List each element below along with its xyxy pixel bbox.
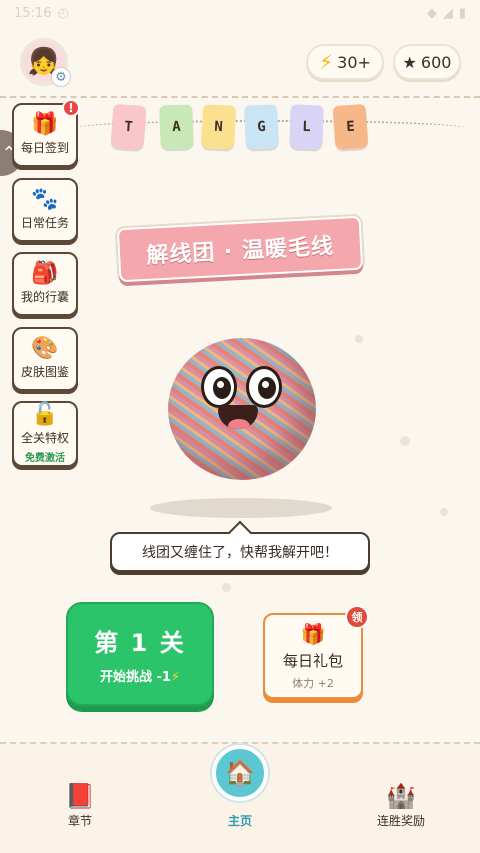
sidebar-item-skins[interactable]: 🎨 皮肤图鉴 xyxy=(12,327,78,391)
title-flag: E xyxy=(332,103,369,151)
sidebar-item-daily-checkin[interactable]: 🎁 每日签到 ! xyxy=(12,99,80,167)
sidebar-item-label: 每日签到 xyxy=(20,141,69,155)
nav-streak-label: 连胜奖励 xyxy=(376,814,425,828)
sidebar-item-all-levels[interactable]: 🔓 全关特权 免费激活 xyxy=(12,401,78,467)
level-label: 第 1 关 xyxy=(94,629,186,657)
top-divider xyxy=(0,96,480,98)
nav-chapter[interactable]: 📕 章节 xyxy=(60,784,100,829)
energy-counter[interactable]: ⚡ 30+ xyxy=(306,44,384,80)
signal-icon: ◢ xyxy=(442,5,453,21)
start-level-button[interactable]: 第 1 关 开始挑战 -1⚡ xyxy=(66,602,214,706)
alert-badge: ! xyxy=(62,99,80,117)
nav-home-label: 主页 xyxy=(227,814,252,828)
free-activate-label: 免费激活 xyxy=(25,453,65,464)
book-icon: 📕 xyxy=(65,782,95,810)
decor-dot xyxy=(400,436,410,446)
sidebar-item-label: 皮肤图鉴 xyxy=(20,365,69,379)
battery-icon: ▮ xyxy=(458,5,466,21)
palette-icon: 🎨 xyxy=(31,336,59,361)
title-flag: L xyxy=(289,104,324,150)
speech-text: 线团又缠住了，快帮我解开吧！ xyxy=(142,545,338,561)
daily-gift-reward: 体力 +2 xyxy=(292,676,334,690)
energy-value: 30+ xyxy=(337,52,371,72)
sidebar-item-label: 日常任务 xyxy=(20,216,69,230)
title-flag: T xyxy=(110,103,147,151)
yarn-shadow xyxy=(150,498,332,518)
nav-streak-rewards[interactable]: 🏰 连胜奖励 xyxy=(370,784,432,829)
sidebar-item-label: 全关特权 xyxy=(20,431,69,445)
lightning-bolt-icon: ⚡ xyxy=(319,50,334,74)
decor-dot xyxy=(222,583,231,592)
title-flag: A xyxy=(159,104,194,150)
banner-title: 解线团 · 温暖毛线 xyxy=(145,234,335,269)
nav-home[interactable]: 🏠 xyxy=(212,745,268,801)
start-cost: 开始挑战 -1⚡ xyxy=(99,670,181,685)
paw-icon: 🐾 xyxy=(31,187,59,212)
decor-dot xyxy=(355,335,363,343)
claim-badge: 领 xyxy=(345,605,369,629)
sidebar-item-label: 我的行囊 xyxy=(20,290,69,304)
star-icon: ★ xyxy=(402,52,417,72)
speech-bubble: 线团又缠住了，快帮我解开吧！ xyxy=(110,520,370,572)
gear-icon[interactable]: ⚙ xyxy=(51,67,71,87)
stars-value: 600 xyxy=(420,52,452,72)
notification-icon: ◴ xyxy=(57,5,69,21)
sidebar-item-daily-tasks[interactable]: 🐾 日常任务 xyxy=(12,178,78,242)
backpack-icon: 🎒 xyxy=(31,261,59,286)
profile-avatar[interactable]: 👧 ⚙ xyxy=(20,38,71,87)
lock-icon: 🔓 xyxy=(31,402,59,427)
lightning-bolt-icon: ⚡ xyxy=(170,670,181,685)
sidebar-item-backpack[interactable]: 🎒 我的行囊 xyxy=(12,252,78,316)
status-bar: 15:16 ◴ ◆ ◢ ▮ xyxy=(0,0,480,26)
yarn-right-eye xyxy=(246,366,282,408)
gift-icon: 🎁 xyxy=(31,112,59,137)
wifi-icon: ◆ xyxy=(426,5,437,21)
status-time: 15:16 xyxy=(14,5,52,21)
house-icon: 🏠 xyxy=(225,759,255,787)
nav-chapter-label: 章节 xyxy=(67,814,92,828)
decor-dot xyxy=(440,508,448,516)
gift-icon: 🎁 xyxy=(300,621,326,646)
level-title-banner: 解线团 · 温暖毛线 xyxy=(116,215,364,283)
yarn-left-eye xyxy=(201,366,237,408)
stars-counter[interactable]: ★ 600 xyxy=(393,44,461,80)
daily-gift-label: 每日礼包 xyxy=(282,651,343,670)
daily-gift-button[interactable]: 🎁 每日礼包 体力 +2 领 xyxy=(263,605,369,699)
title-flag: G xyxy=(243,104,280,150)
castle-icon: 🏰 xyxy=(386,782,416,810)
title-flag: N xyxy=(200,104,237,150)
